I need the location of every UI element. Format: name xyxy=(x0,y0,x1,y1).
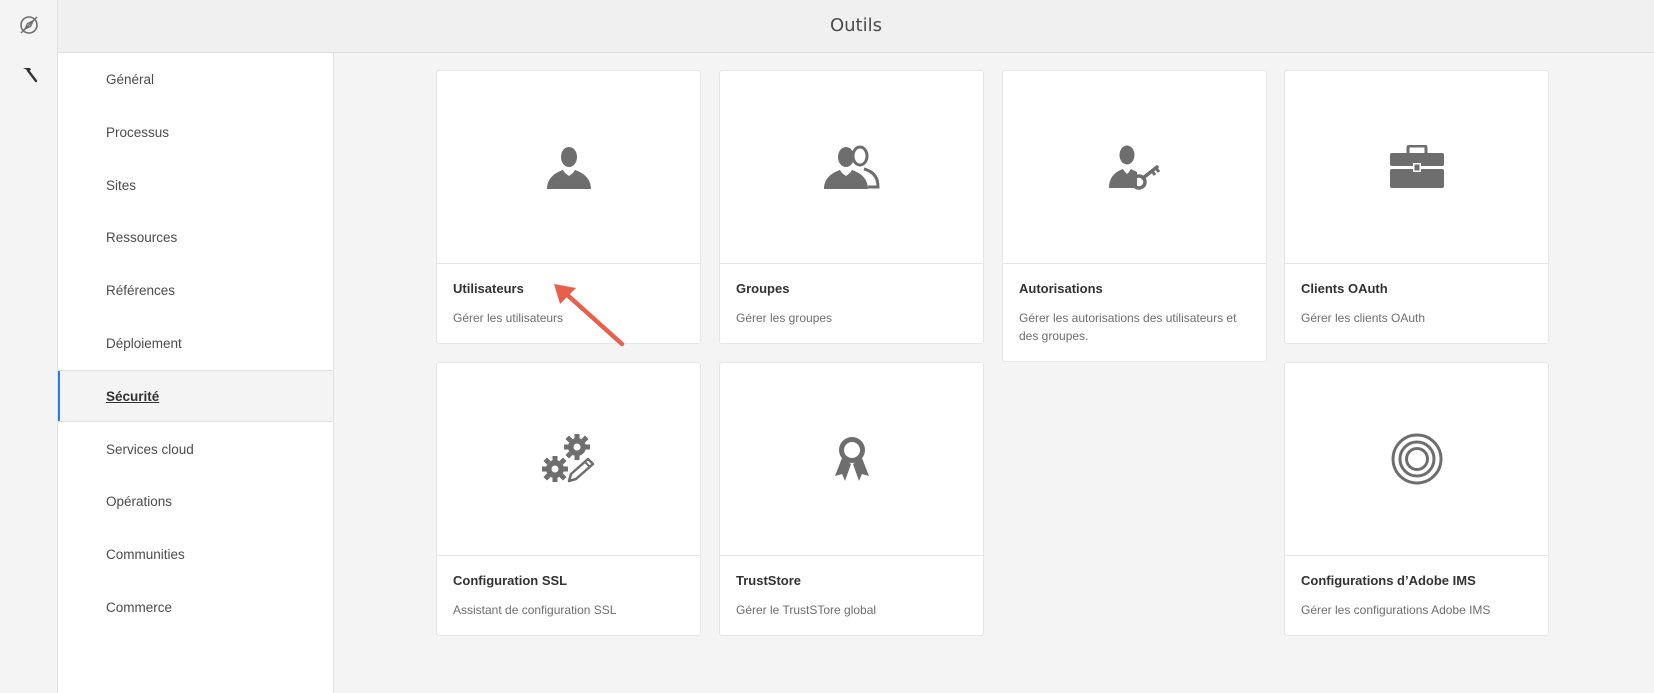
users-group-icon xyxy=(823,145,880,189)
card-title: Clients OAuth xyxy=(1301,281,1388,296)
hammer-icon[interactable] xyxy=(0,50,58,100)
gears-edit-icon xyxy=(541,434,594,483)
card-thumbnail xyxy=(437,363,700,556)
card-groupes[interactable]: Groupes Gérer les groupes xyxy=(719,70,984,344)
sidenav-item-operations[interactable]: Opérations xyxy=(58,475,333,527)
page-title: Outils xyxy=(829,15,882,36)
sidenav-item-processus[interactable]: Processus xyxy=(58,106,333,158)
card-thumbnail xyxy=(720,71,983,264)
left-rail xyxy=(0,0,58,693)
card-title: Utilisateurs xyxy=(453,281,524,296)
card-thumbnail xyxy=(720,363,983,556)
badge-icon xyxy=(834,437,869,481)
card-description: Gérer les autorisations des utilisateurs… xyxy=(1019,311,1237,343)
card-truststore[interactable]: TrustStore Gérer le TrustSTore global xyxy=(719,362,984,636)
card-description: Gérer les clients OAuth xyxy=(1301,311,1426,325)
sidenav-item-sites[interactable]: Sites xyxy=(58,159,333,211)
card-title: Groupes xyxy=(736,281,790,296)
card-utilisateurs[interactable]: Utilisateurs Gérer les utilisateurs xyxy=(436,70,701,344)
sidenav-item-communities[interactable]: Communities xyxy=(58,528,333,580)
card-title: Autorisations xyxy=(1019,281,1103,296)
card-title: Configuration SSL xyxy=(453,573,568,588)
user-key-icon xyxy=(1108,145,1160,190)
sidenav-item-ressources[interactable]: Ressources xyxy=(58,211,333,263)
card-thumbnail xyxy=(1285,71,1548,264)
sidenav-item-commerce[interactable]: Commerce xyxy=(58,581,333,633)
target-icon xyxy=(1391,433,1442,485)
card-configuration-ssl[interactable]: Configuration SSL Assistant de configura… xyxy=(436,362,701,636)
sidenav-item-references[interactable]: Références xyxy=(58,264,333,316)
sidenav-item-services-cloud[interactable]: Services cloud xyxy=(58,423,333,475)
card-thumbnail xyxy=(437,71,700,264)
card-description: Assistant de configuration SSL xyxy=(453,603,617,617)
sidenav-item-general[interactable]: Général xyxy=(58,53,333,105)
user-icon xyxy=(546,147,591,189)
tools-sidenav: Général Processus Sites Ressources Référ… xyxy=(58,53,334,693)
card-description: Gérer les utilisateurs xyxy=(453,311,564,325)
card-description: Gérer le TrustSTore global xyxy=(736,603,877,617)
card-clients-oauth[interactable]: Clients OAuth Gérer les clients OAuth xyxy=(1284,70,1549,344)
briefcase-icon xyxy=(1389,145,1444,188)
card-thumbnail xyxy=(1285,363,1548,556)
card-title: Configurations d’Adobe IMS xyxy=(1301,573,1476,588)
navigation-compass-icon[interactable] xyxy=(0,0,58,50)
sidenav-item-securite[interactable]: Sécurité xyxy=(58,370,333,422)
sidenav-item-deploiement[interactable]: Déploiement xyxy=(58,317,333,369)
card-autorisations[interactable]: Autorisations Gérer les autorisations de… xyxy=(1002,70,1267,362)
card-configurations-adobe-ims[interactable]: Configurations d’Adobe IMS Gérer les con… xyxy=(1284,362,1549,636)
card-description: Gérer les configurations Adobe IMS xyxy=(1301,603,1491,617)
page-header: Outils xyxy=(58,0,1654,53)
card-description: Gérer les groupes xyxy=(736,311,833,325)
card-title: TrustStore xyxy=(736,573,802,588)
card-thumbnail xyxy=(1003,71,1266,264)
tools-card-grid: Utilisateurs Gérer les utilisateurs Grou… xyxy=(335,53,1654,693)
